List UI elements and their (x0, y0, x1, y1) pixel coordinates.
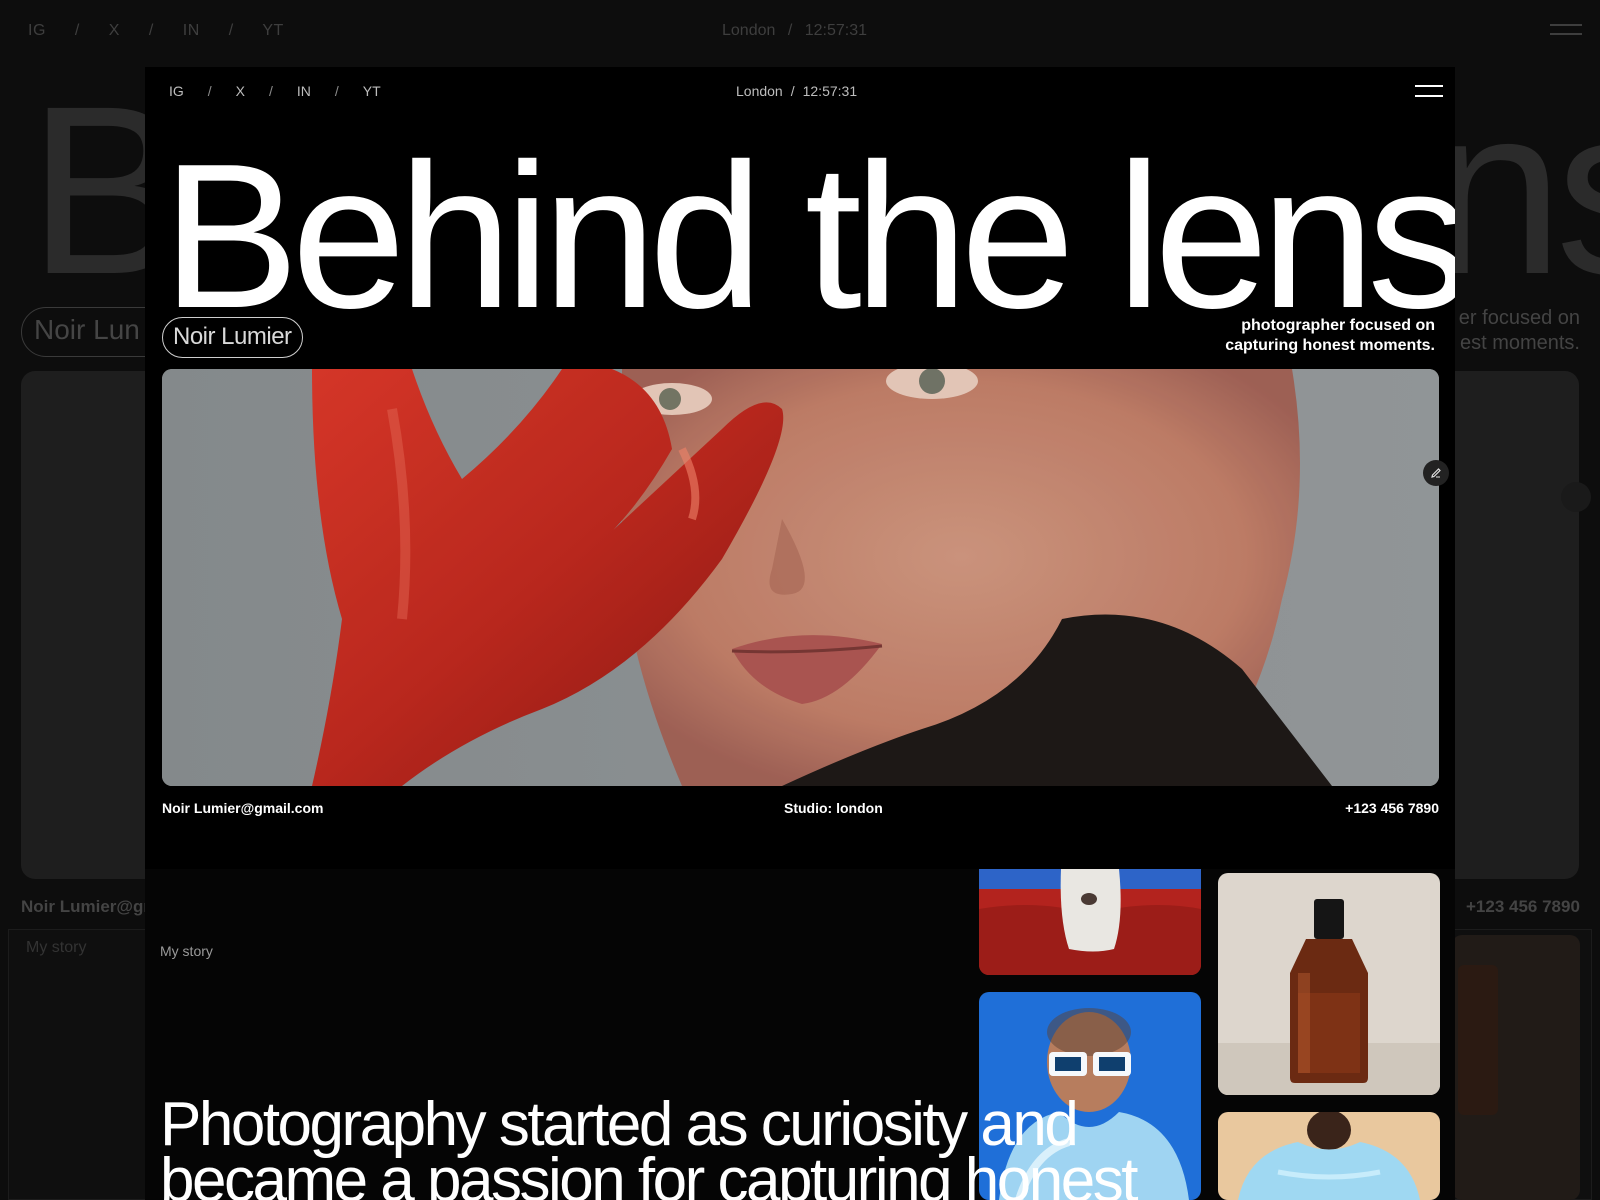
background-email: Noir Lumier@gm (21, 897, 159, 916)
background-menu-icon (1550, 24, 1582, 42)
social-link-ig[interactable]: IG (169, 83, 184, 99)
gallery-image-red-field[interactable] (979, 869, 1201, 975)
hamburger-menu-icon[interactable] (1415, 85, 1443, 99)
background-tagline-line1: er focused on (1458, 307, 1580, 329)
background-social-in: IN (182, 22, 200, 39)
background-tagline-line2: est moments. (1459, 332, 1580, 354)
background-clock-separator: / (787, 22, 793, 39)
background-social-ig: IG (28, 22, 46, 39)
email-link[interactable]: Noir Lumier@gmail.com (162, 800, 323, 816)
page-title: Behind the lens (162, 121, 1455, 351)
background-side-bottle (1458, 965, 1498, 1115)
section-label: My story (160, 943, 213, 959)
background-edit-icon (1561, 482, 1591, 512)
background-time: 12:57:31 (804, 22, 868, 39)
social-link-in[interactable]: IN (297, 83, 311, 99)
background-phone: +123 456 7890 (1466, 897, 1580, 916)
hero-portrait-illustration (162, 369, 1439, 786)
story-heading: Photography started as curiosity and bec… (160, 1090, 1138, 1200)
background-story-label: My story (26, 939, 87, 956)
background-city: London (722, 22, 776, 39)
social-nav: IG / X / IN / YT (169, 83, 381, 99)
background-separator: / (228, 22, 234, 39)
name-badge: Noir Lumier (162, 317, 303, 358)
nav-separator: / (334, 83, 339, 99)
page-preview-window: IG / X / IN / YT London / 12:57:31 Behin… (145, 67, 1455, 1200)
background-social-yt: YT (262, 22, 284, 39)
city-label: London (736, 83, 783, 99)
hero-image (162, 369, 1439, 786)
background-social-nav: IG / X / IN / YT (28, 22, 308, 40)
clock-separator: / (790, 83, 795, 99)
studio-location: Studio: london (784, 800, 883, 816)
tagline: photographer focused on capturing honest… (1175, 316, 1435, 356)
nav-separator: / (207, 83, 212, 99)
edit-pencil-icon[interactable] (1423, 460, 1449, 486)
social-link-yt[interactable]: YT (363, 83, 381, 99)
background-clock: London / 12:57:31 (722, 22, 867, 40)
background-social-x: X (108, 22, 120, 39)
social-link-x[interactable]: X (236, 83, 245, 99)
location-clock: London / 12:57:31 (736, 83, 857, 99)
background-separator: / (74, 22, 80, 39)
background-separator: / (148, 22, 154, 39)
phone-link[interactable]: +123 456 7890 (1345, 800, 1439, 816)
tagline-line-1: photographer focused on (1241, 317, 1435, 334)
background-headline-tail: ns (1430, 56, 1600, 324)
tagline-line-2: capturing honest moments. (1225, 337, 1435, 354)
nav-separator: / (269, 83, 273, 99)
background-tagline: er focused on est moments. (1436, 306, 1580, 356)
time-label: 12:57:31 (802, 83, 858, 99)
gallery-image-bottle[interactable] (1218, 873, 1440, 1095)
